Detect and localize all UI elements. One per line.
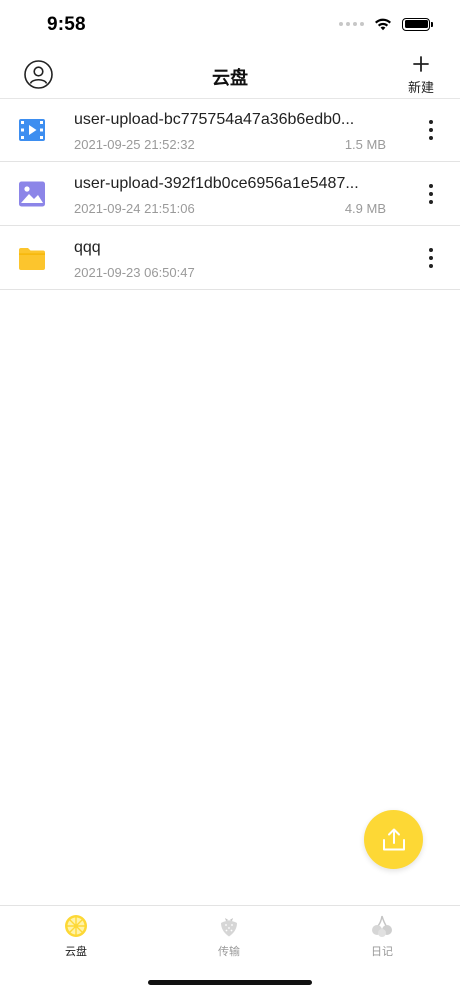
file-date: 2021-09-23 06:50:47	[74, 265, 195, 280]
lemon-icon	[65, 915, 87, 937]
file-list: user-upload-bc775754a47a36b6edb0... 2021…	[0, 98, 460, 290]
file-row[interactable]: user-upload-bc775754a47a36b6edb0... 2021…	[0, 98, 460, 162]
tab-label: 云盘	[65, 946, 87, 958]
video-file-icon	[19, 119, 45, 141]
file-size: 4.9 MB	[344, 201, 386, 216]
more-options-icon[interactable]	[426, 184, 436, 204]
upload-button[interactable]	[364, 810, 423, 869]
status-icons	[339, 17, 433, 31]
page-title: 云盘	[212, 68, 248, 88]
plus-icon	[413, 56, 429, 72]
cellular-signal-icon	[339, 22, 364, 26]
tab-transfer[interactable]: 传输	[189, 914, 269, 959]
file-row[interactable]: user-upload-392f1db0ce6956a1e5487... 202…	[0, 162, 460, 226]
file-name: user-upload-392f1db0ce6956a1e5487...	[74, 175, 359, 192]
battery-icon	[402, 17, 433, 31]
folder-icon	[19, 248, 45, 270]
strawberry-icon	[221, 918, 237, 937]
status-bar: 9:58	[0, 0, 460, 52]
wifi-icon	[375, 18, 391, 31]
tab-label: 传输	[218, 946, 240, 958]
cherry-icon	[372, 915, 392, 937]
image-file-icon	[19, 181, 45, 207]
home-indicator	[148, 980, 312, 985]
file-row[interactable]: qqq 2021-09-23 06:50:47	[0, 226, 460, 290]
new-button-label: 新建	[407, 80, 434, 95]
file-date: 2021-09-24 21:51:06	[74, 201, 195, 216]
file-size: 1.5 MB	[344, 137, 386, 152]
more-options-icon[interactable]	[426, 248, 436, 268]
upload-icon	[382, 828, 405, 850]
file-date: 2021-09-25 21:52:32	[74, 137, 195, 152]
tab-cloud[interactable]: 云盘	[36, 914, 116, 959]
status-time: 9:58	[47, 14, 86, 35]
new-button[interactable]: 新建	[404, 56, 438, 96]
tab-diary[interactable]: 日记	[342, 914, 422, 959]
file-name: qqq	[74, 239, 101, 256]
tab-label: 日记	[371, 946, 393, 958]
more-options-icon[interactable]	[426, 120, 436, 140]
file-name: user-upload-bc775754a47a36b6edb0...	[74, 111, 355, 128]
nav-header: 云盘 新建	[0, 52, 460, 99]
